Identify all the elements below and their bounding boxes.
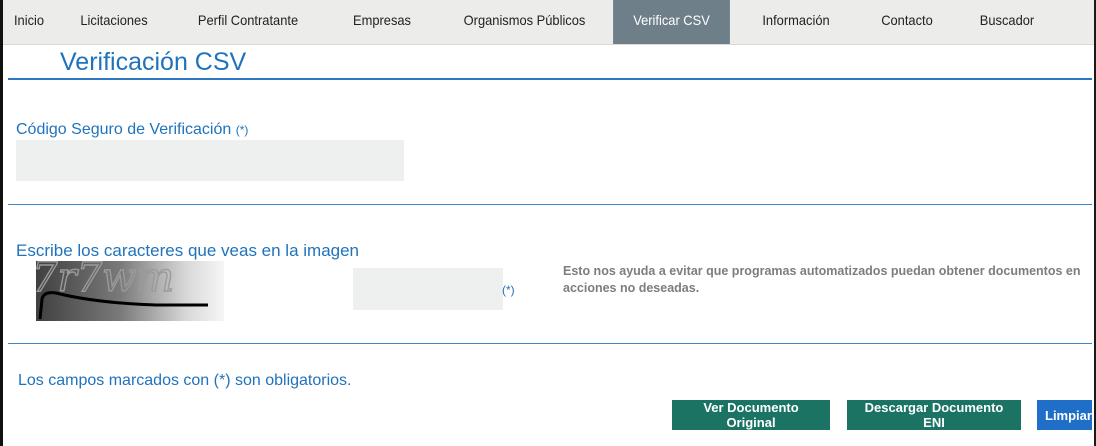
section-divider-2 [8,343,1092,344]
nav-item-empresas[interactable]: Empresas [328,0,437,44]
clear-button[interactable]: Limpiar [1037,400,1092,430]
csv-label: Código Seguro de Verificación (*) [16,121,248,139]
section-divider-1 [8,204,1092,205]
left-frame-border [0,0,3,446]
nav-item-organismos-publicos[interactable]: Organismos Públicos [448,0,602,44]
captcha-image: 7r7wm [36,261,224,321]
captcha-input[interactable] [353,268,503,310]
nav-item-verificar-csv[interactable]: Verificar CSV [613,0,730,44]
captcha-required-mark: (*) [502,283,515,297]
required-fields-note: Los campos marcados con (*) son obligato… [18,372,352,389]
nav-item-inicio[interactable]: Inicio [5,0,53,44]
nav-item-perfil-contratante[interactable]: Perfil Contratante [179,0,317,44]
captcha-label: Escribe los caracteres que veas en la im… [16,241,360,260]
nav-item-informacion[interactable]: Información [740,0,852,44]
page-title: Verificación CSV [60,48,247,76]
nav-item-buscador[interactable]: Buscador [961,0,1053,44]
csv-input[interactable] [16,140,404,181]
title-divider [8,78,1092,80]
nav-item-licitaciones[interactable]: Licitaciones [60,0,169,44]
csv-label-text: Código Seguro de Verificación [16,121,232,138]
captcha-help-text: Esto nos ayuda a evitar que programas au… [563,264,1081,295]
nav-item-contacto[interactable]: Contacto [861,0,953,44]
download-eni-button[interactable]: Descargar Documento ENI [847,400,1021,430]
csv-required-mark: (*) [235,123,249,137]
captcha-image-text: 7r7wm [36,261,174,301]
main-nav: Inicio Licitaciones Perfil Contratante E… [3,0,1094,45]
view-original-button[interactable]: Ver Documento Original [672,400,830,430]
